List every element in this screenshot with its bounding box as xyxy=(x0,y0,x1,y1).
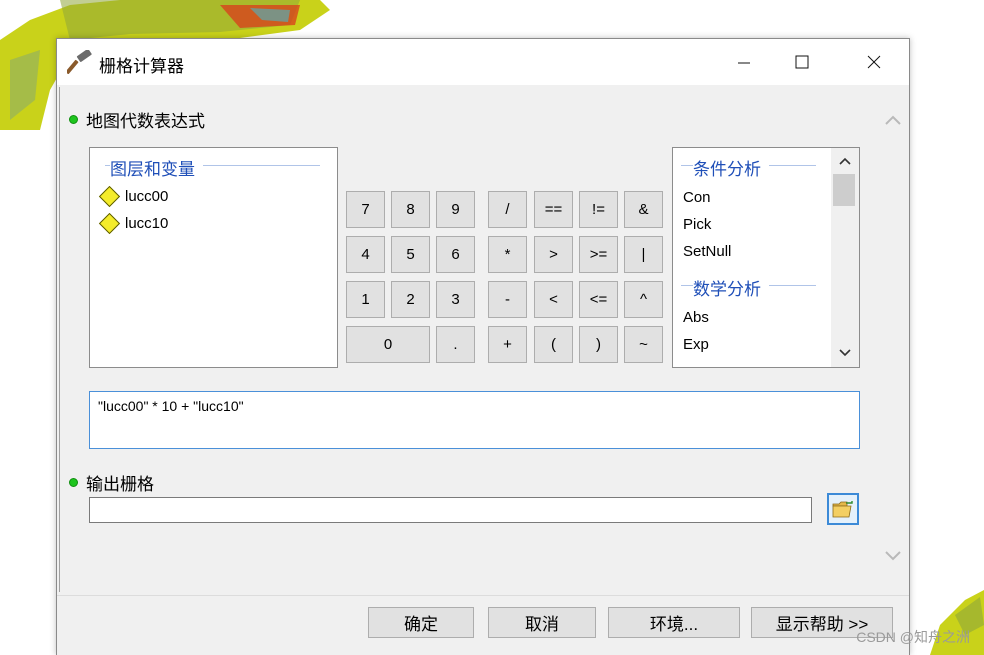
key-not-equal[interactable]: != xyxy=(579,191,618,228)
layers-panel: 图层和变量 lucc00 lucc10 xyxy=(89,147,338,368)
key-not[interactable]: ~ xyxy=(624,326,663,363)
key-8[interactable]: 8 xyxy=(391,191,430,228)
function-item-exp[interactable]: Exp xyxy=(683,336,709,353)
status-dot-icon xyxy=(69,115,78,124)
chevron-down-icon[interactable] xyxy=(839,348,851,358)
ok-button[interactable]: 确定 xyxy=(368,607,474,638)
key-minus[interactable]: - xyxy=(488,281,527,318)
math-group-title: 数学分析 xyxy=(693,275,769,300)
layer-item-lucc10[interactable]: lucc10 xyxy=(98,212,168,235)
raster-calculator-window: 栅格计算器 地图代数表达式 图层和变量 lucc00 lucc10 7 8 9 … xyxy=(56,38,910,655)
close-icon xyxy=(867,55,881,69)
key-1[interactable]: 1 xyxy=(346,281,385,318)
key-9[interactable]: 9 xyxy=(436,191,475,228)
expression-section-label: 地图代数表达式 xyxy=(69,107,205,132)
key-and[interactable]: & xyxy=(624,191,663,228)
key-less[interactable]: < xyxy=(534,281,573,318)
layer-item-lucc00[interactable]: lucc00 xyxy=(98,185,168,208)
key-decimal[interactable]: . xyxy=(436,326,475,363)
function-item-abs[interactable]: Abs xyxy=(683,309,709,326)
key-0[interactable]: 0 xyxy=(346,326,430,363)
layers-group-title: 图层和变量 xyxy=(110,155,203,180)
key-greater[interactable]: > xyxy=(534,236,573,273)
functions-scroll-thumb[interactable] xyxy=(833,174,855,206)
browse-button[interactable] xyxy=(827,493,859,525)
key-divide[interactable]: / xyxy=(488,191,527,228)
function-item-pick[interactable]: Pick xyxy=(683,216,711,233)
raster-layer-icon xyxy=(98,185,121,208)
key-5[interactable]: 5 xyxy=(391,236,430,273)
key-or[interactable]: | xyxy=(624,236,663,273)
dialog-scrollbar[interactable] xyxy=(877,85,909,593)
maximize-icon xyxy=(795,55,809,69)
close-button[interactable] xyxy=(851,39,897,85)
open-folder-icon xyxy=(832,501,853,518)
key-3[interactable]: 3 xyxy=(436,281,475,318)
watermark-text: CSDN @知舟之洲 xyxy=(856,629,970,645)
dialog-body: 地图代数表达式 图层和变量 lucc00 lucc10 7 8 9 4 5 6 … xyxy=(57,85,909,595)
key-xor[interactable]: ^ xyxy=(624,281,663,318)
scroll-down-icon[interactable] xyxy=(883,548,903,568)
cancel-button[interactable]: 取消 xyxy=(488,607,596,638)
key-equal[interactable]: == xyxy=(534,191,573,228)
raster-layer-icon xyxy=(98,212,121,235)
environments-button[interactable]: 环境... xyxy=(608,607,740,638)
expression-input[interactable]: "lucc00" * 10 + "lucc10" xyxy=(89,391,860,449)
key-2[interactable]: 2 xyxy=(391,281,430,318)
dialog-footer: 确定 取消 环境... 显示帮助 >> xyxy=(57,595,909,655)
function-item-con[interactable]: Con xyxy=(683,189,711,206)
minimize-button[interactable] xyxy=(721,39,767,85)
key-4[interactable]: 4 xyxy=(346,236,385,273)
key-less-equal[interactable]: <= xyxy=(579,281,618,318)
key-7[interactable]: 7 xyxy=(346,191,385,228)
chevron-up-icon[interactable] xyxy=(839,156,851,166)
scroll-up-icon[interactable] xyxy=(883,113,903,133)
key-open-paren[interactable]: ( xyxy=(534,326,573,363)
functions-panel: 条件分析 Con Pick SetNull 数学分析 Abs Exp xyxy=(672,147,860,368)
hammer-icon xyxy=(67,50,92,74)
maximize-button[interactable] xyxy=(779,39,825,85)
window-title: 栅格计算器 xyxy=(99,57,184,76)
key-greater-equal[interactable]: >= xyxy=(579,236,618,273)
minimize-icon xyxy=(738,62,750,64)
key-plus[interactable]: + xyxy=(488,326,527,363)
status-dot-icon xyxy=(69,478,78,487)
key-6[interactable]: 6 xyxy=(436,236,475,273)
conditional-group-title: 条件分析 xyxy=(693,155,769,180)
title-bar[interactable]: 栅格计算器 xyxy=(57,39,909,85)
output-section-label: 输出栅格 xyxy=(69,470,154,495)
key-multiply[interactable]: * xyxy=(488,236,527,273)
output-raster-input[interactable] xyxy=(89,497,812,523)
function-item-setnull[interactable]: SetNull xyxy=(683,243,731,260)
key-close-paren[interactable]: ) xyxy=(579,326,618,363)
functions-scrollbar[interactable] xyxy=(831,148,859,367)
